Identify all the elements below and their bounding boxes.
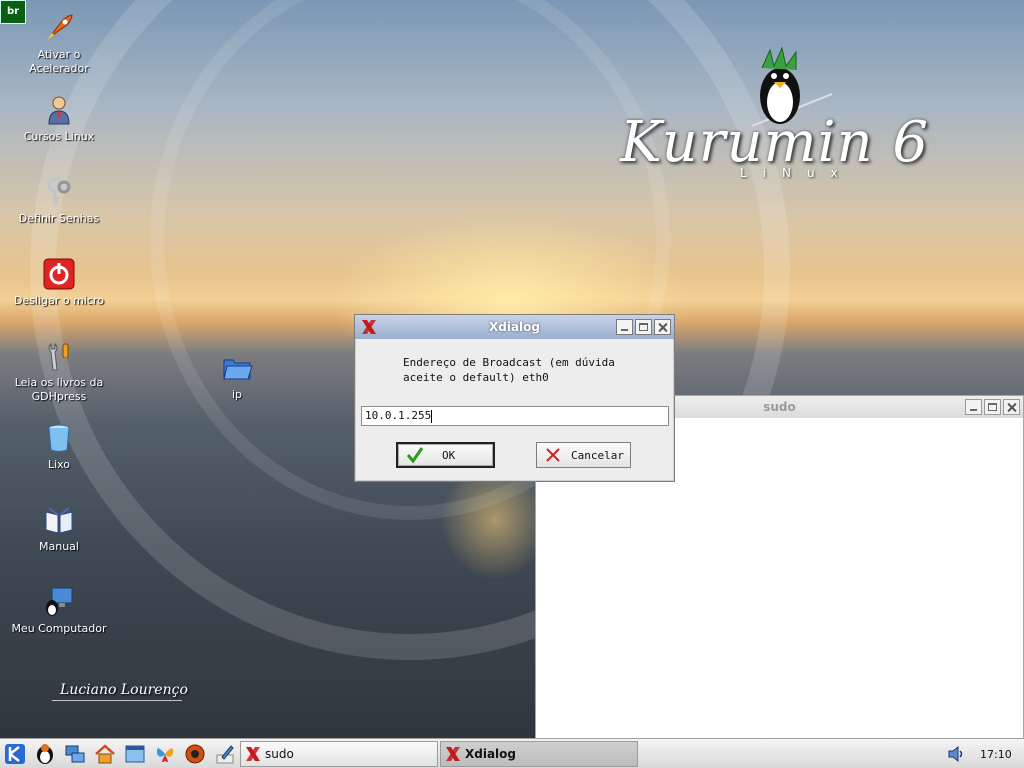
logo-subtext: LiNux	[740, 166, 854, 180]
desktop-icon-livros[interactable]: Leia os livros da GDHpress	[9, 340, 109, 404]
desktop-icon-acelerador[interactable]: Ativar o Acelerador	[9, 12, 109, 76]
kurumin-logo: Kurumin 6 LiNux	[620, 40, 960, 190]
media-icon[interactable]	[182, 742, 208, 766]
desktop-icon-computador[interactable]: Meu Computador	[9, 586, 109, 636]
task-label: sudo	[265, 747, 294, 761]
network-icon[interactable]	[62, 742, 88, 766]
tux-icon[interactable]	[32, 742, 58, 766]
folder-icon	[223, 359, 253, 380]
x-logo-icon	[246, 747, 260, 761]
desktop-icon-label: Lixo	[47, 458, 71, 471]
xdialog-window[interactable]: Xdialog Endereço de Broadcast (em dúvida…	[354, 314, 675, 482]
taskbar: sudo Xdialog 17:10	[0, 738, 1024, 768]
desktop-icon-cursos[interactable]: Cursos Linux	[9, 94, 109, 144]
task-button-xdialog[interactable]: Xdialog	[440, 741, 638, 767]
desktop-icon-label: Cursos Linux	[23, 130, 95, 143]
book-icon	[45, 507, 73, 534]
dialog-message-line: Endereço de Broadcast (em dúvida	[403, 356, 615, 369]
xdialog-window-controls	[616, 319, 671, 335]
rocket-icon	[47, 14, 73, 40]
broadcast-address-value: 10.0.1.255	[365, 409, 432, 422]
maximize-button[interactable]	[635, 319, 652, 335]
x-logo-icon	[362, 320, 376, 334]
cancel-button-label: Cancelar	[571, 448, 624, 462]
trash-icon	[48, 424, 70, 452]
signature-underline	[52, 700, 182, 701]
desktop-icon-label: Definir Senhas	[18, 212, 100, 225]
edit-icon[interactable]	[212, 742, 238, 766]
home-icon[interactable]	[92, 742, 118, 766]
clock[interactable]: 17:10	[980, 748, 1012, 761]
desktop-icon-label: Acelerador	[29, 62, 89, 75]
volume-icon[interactable]	[946, 744, 966, 764]
checkmark-icon	[406, 447, 424, 464]
quick-launch	[2, 742, 238, 766]
ok-button-label: OK	[442, 448, 456, 462]
kde-menu-icon[interactable]	[2, 742, 28, 766]
system-tray: 17:10	[946, 741, 1024, 767]
minimize-button[interactable]	[616, 319, 633, 335]
desktop-icon-senhas[interactable]: Definir Senhas	[9, 176, 109, 226]
desktop-icon-lixo[interactable]: Lixo	[9, 422, 109, 472]
ok-button[interactable]: OK	[396, 442, 495, 468]
power-icon	[43, 258, 75, 290]
desktop-icon-label: ip	[231, 388, 243, 401]
tools-icon	[48, 342, 69, 371]
cancel-x-icon	[546, 448, 560, 462]
computer-icon	[46, 587, 73, 616]
dialog-message-line: aceite o default) eth0	[403, 371, 549, 384]
text-caret	[431, 409, 433, 423]
desktop-icon-label: Manual	[39, 540, 79, 553]
sudo-window-controls	[965, 399, 1020, 415]
desktop-icon-ip[interactable]: ip	[187, 352, 287, 402]
broadcast-address-input[interactable]: 10.0.1.255	[361, 406, 669, 426]
desktop-icon-label: Meu Computador	[11, 622, 107, 635]
task-label: Xdialog	[465, 747, 516, 761]
xdialog-title: Xdialog	[489, 320, 540, 334]
minimize-button[interactable]	[965, 399, 982, 415]
user-icon	[48, 96, 70, 125]
keys-icon	[47, 177, 71, 205]
desktop-icon-desligar[interactable]: Desligar o micro	[9, 258, 109, 308]
close-button[interactable]	[654, 319, 671, 335]
desktop-icon-label: Desligar o micro	[14, 294, 104, 307]
maximize-button[interactable]	[984, 399, 1001, 415]
sudo-title: sudo	[763, 400, 796, 414]
close-button[interactable]	[1003, 399, 1020, 415]
desktop-icon-label: Ativar o	[37, 48, 81, 61]
window-icon[interactable]	[122, 742, 148, 766]
cancel-button[interactable]: Cancelar	[536, 442, 631, 468]
desktop-icon-manual[interactable]: Manual	[9, 504, 109, 554]
signature: Luciano Lourenço	[60, 682, 188, 698]
x-logo-icon	[446, 747, 460, 761]
desktop-icon-label: GDHpress	[31, 390, 87, 403]
desktop-icon-label: Leia os livros da	[14, 376, 104, 389]
butterfly-icon[interactable]	[152, 742, 178, 766]
xdialog-titlebar[interactable]: Xdialog	[355, 315, 674, 339]
dialog-message: Endereço de Broadcast (em dúvida aceite …	[403, 355, 615, 385]
task-button-sudo[interactable]: sudo	[240, 741, 438, 767]
